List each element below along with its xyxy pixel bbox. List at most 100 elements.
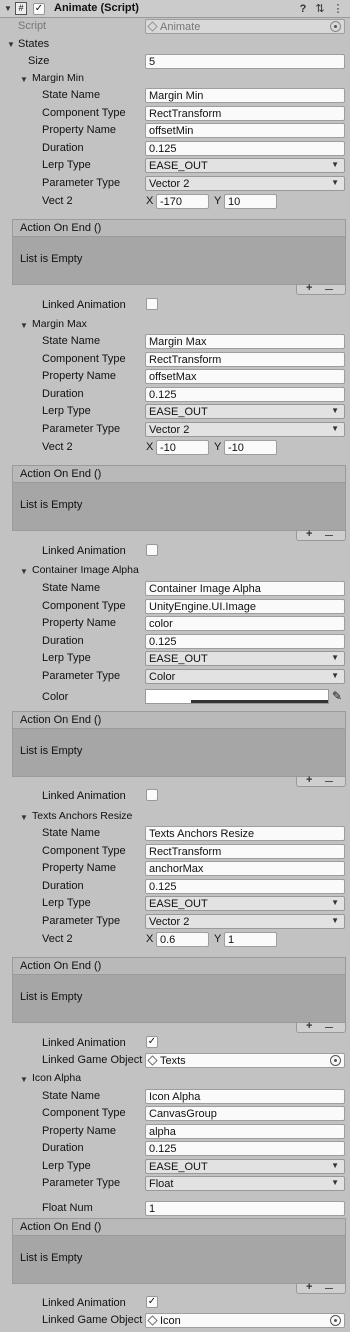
state-foldout-arrow-icon[interactable]: ▼ <box>20 813 28 822</box>
property-name-input[interactable]: offsetMin <box>145 123 345 138</box>
x-label: X <box>146 933 154 945</box>
property-name-input[interactable]: alpha <box>145 1124 345 1139</box>
dropdown-arrow-icon: ▼ <box>331 424 339 433</box>
duration-input[interactable]: 0.125 <box>145 387 345 402</box>
enabled-checkbox[interactable]: ✓ <box>33 3 45 15</box>
presets-icon[interactable]: ⇅ <box>313 2 327 16</box>
help-icon[interactable]: ? <box>296 2 310 16</box>
state-foldout-arrow-icon[interactable]: ▼ <box>20 567 28 576</box>
linked-animation-checkbox[interactable] <box>146 789 158 801</box>
lerp-type-select[interactable]: EASE_OUT ▼ <box>145 651 345 666</box>
duration-input[interactable]: 0.125 <box>145 879 345 894</box>
action-on-end-header: Action On End () <box>12 465 346 483</box>
parameter-type-select[interactable]: Vector 2 ▼ <box>145 914 345 929</box>
states-foldout-arrow-icon[interactable]: ▼ <box>7 40 15 49</box>
vect2-x-input[interactable]: -170 <box>156 194 209 209</box>
duration-input[interactable]: 0.125 <box>145 141 345 156</box>
property-name-label: Property Name <box>42 617 116 629</box>
property-name-label: Property Name <box>42 862 116 874</box>
float-num-label: Float Num <box>42 1202 93 1214</box>
remove-button[interactable]: — <box>325 1023 333 1032</box>
collapse-arrow-icon[interactable]: ▼ <box>4 4 12 13</box>
add-button[interactable]: + <box>306 528 312 540</box>
color-field[interactable] <box>145 689 329 704</box>
lerp-type-label: Lerp Type <box>42 897 91 909</box>
lerp-type-select[interactable]: EASE_OUT ▼ <box>145 1159 345 1174</box>
property-name-label: Property Name <box>42 370 116 382</box>
vect2-y-input[interactable]: 1 <box>224 932 277 947</box>
state-name-label: State Name <box>42 89 101 101</box>
linked-game-object-label: Linked Game Object <box>42 1314 143 1326</box>
parameter-type-select[interactable]: Vector 2 ▼ <box>145 176 345 191</box>
vect2-y-input[interactable]: -10 <box>224 440 277 455</box>
parameter-type-select[interactable]: Float ▼ <box>145 1176 345 1191</box>
linked-game-object-field[interactable]: Icon <box>145 1313 345 1328</box>
component-type-input[interactable]: RectTransform <box>145 106 345 121</box>
action-on-end-list: List is Empty <box>12 237 346 285</box>
linked-animation-checkbox[interactable]: ✓ <box>146 1036 158 1048</box>
linked-game-object-field[interactable]: Texts <box>145 1053 345 1068</box>
linked-animation-checkbox[interactable] <box>146 298 158 310</box>
remove-button[interactable]: — <box>325 777 333 786</box>
linked-animation-checkbox[interactable] <box>146 544 158 556</box>
float-num-input[interactable]: 1 <box>145 1201 345 1216</box>
vect2-x-input[interactable]: 0.6 <box>156 932 209 947</box>
x-label: X <box>146 195 154 207</box>
component-type-input[interactable]: RectTransform <box>145 844 345 859</box>
state-foldout-arrow-icon[interactable]: ▼ <box>20 321 28 330</box>
parameter-type-label: Parameter Type <box>42 177 121 189</box>
remove-button[interactable]: — <box>325 531 333 540</box>
color-label: Color <box>42 691 69 703</box>
component-type-input[interactable]: CanvasGroup <box>145 1106 345 1121</box>
state-name-input[interactable]: Texts Anchors Resize <box>145 826 345 841</box>
parameter-type-select[interactable]: Color ▼ <box>145 669 345 684</box>
vect2-y-input[interactable]: 10 <box>224 194 277 209</box>
vect2-x-input[interactable]: -10 <box>156 440 209 455</box>
add-button[interactable]: + <box>306 282 312 294</box>
state-foldout-arrow-icon[interactable]: ▼ <box>20 1075 28 1084</box>
more-options-icon[interactable]: ⋮ <box>331 2 345 16</box>
action-on-end-list: List is Empty <box>12 975 346 1023</box>
property-name-label: Property Name <box>42 1125 116 1137</box>
component-type-input[interactable]: UnityEngine.UI.Image <box>145 599 345 614</box>
size-input[interactable]: 5 <box>145 54 345 69</box>
add-button[interactable]: + <box>306 1020 312 1032</box>
lerp-type-select[interactable]: EASE_OUT ▼ <box>145 896 345 911</box>
list-footer: + — <box>296 1281 346 1294</box>
remove-button[interactable]: — <box>325 1284 333 1293</box>
property-name-label: Property Name <box>42 124 116 136</box>
state-name-input[interactable]: Margin Min <box>145 88 345 103</box>
dropdown-arrow-icon: ▼ <box>331 1178 339 1187</box>
state-name-input[interactable]: Margin Max <box>145 334 345 349</box>
parameter-type-label: Parameter Type <box>42 915 121 927</box>
property-name-input[interactable]: anchorMax <box>145 861 345 876</box>
state-foldout-label: Margin Min <box>32 72 84 84</box>
parameter-type-label: Parameter Type <box>42 1177 121 1189</box>
object-picker-icon <box>330 1055 341 1066</box>
add-button[interactable]: + <box>306 1281 312 1293</box>
dropdown-arrow-icon: ▼ <box>331 653 339 662</box>
add-button[interactable]: + <box>306 774 312 786</box>
lerp-type-select[interactable]: EASE_OUT ▼ <box>145 404 345 419</box>
gameobject-icon <box>147 1315 158 1326</box>
action-on-end-header: Action On End () <box>12 957 346 975</box>
duration-input[interactable]: 0.125 <box>145 634 345 649</box>
state-name-input[interactable]: Container Image Alpha <box>145 581 345 596</box>
remove-button[interactable]: — <box>325 285 333 294</box>
state-foldout-arrow-icon[interactable]: ▼ <box>20 75 28 84</box>
state-name-label: State Name <box>42 582 101 594</box>
list-footer: + — <box>296 1020 346 1033</box>
duration-input[interactable]: 0.125 <box>145 1141 345 1156</box>
eyedropper-icon[interactable]: ✎ <box>332 689 342 703</box>
lerp-type-select[interactable]: EASE_OUT ▼ <box>145 158 345 173</box>
property-name-input[interactable]: offsetMax <box>145 369 345 384</box>
state-name-input[interactable]: Icon Alpha <box>145 1089 345 1104</box>
states-label: States <box>18 38 50 50</box>
component-type-input[interactable]: RectTransform <box>145 352 345 367</box>
property-name-input[interactable]: color <box>145 616 345 631</box>
gameobject-icon <box>147 1055 158 1066</box>
linked-animation-checkbox[interactable]: ✓ <box>146 1296 158 1308</box>
parameter-type-select[interactable]: Vector 2 ▼ <box>145 422 345 437</box>
state-foldout-label: Icon Alpha <box>32 1072 82 1084</box>
action-on-end-list: List is Empty <box>12 729 346 777</box>
